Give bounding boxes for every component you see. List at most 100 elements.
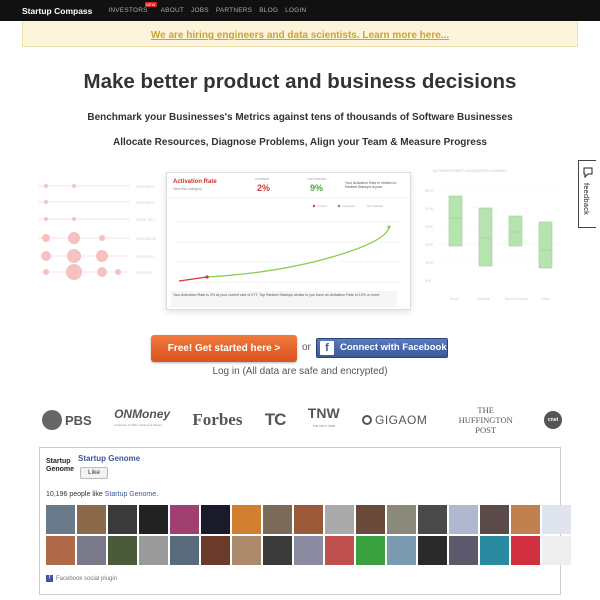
right-box-plot: ACTIVATION RATE / ACQUISITION CHANNEL 50… [425,169,563,301]
svg-text:Other: Other [541,297,551,301]
nav-investors-link[interactable]: INVESTORS NEW [108,2,157,14]
cnnmoney-logo: ONMoney A Service of CNN, Fortune & Mone… [114,407,171,427]
login-link[interactable]: Log in (All data are safe and encrypted) [0,366,600,377]
fan-avatar[interactable] [449,505,478,534]
hero-dashboard-illustration: SEM SEO SEM SEO WOM SEO SEM WOM SEM SEO … [30,160,570,320]
legend-current: Current [317,204,327,208]
legend-projected: Projected [342,204,355,208]
fan-avatar[interactable] [139,505,168,534]
facebook-like-box: Startup Genome Startup Genome Like 10,19… [39,447,571,595]
feedback-label: feedback [582,183,591,216]
fan-avatar[interactable] [108,505,137,534]
fan-avatar[interactable] [170,536,199,565]
svg-text:Word of Mouth: Word of Mouth [505,297,528,301]
facebook-icon: f [320,341,334,355]
fan-avatar[interactable] [449,536,478,565]
fan-avatar[interactable] [325,536,354,565]
svg-text:Email: Email [450,297,459,301]
fan-avatar[interactable] [387,505,416,534]
like-button[interactable]: Like [80,467,108,479]
top-ranked-value: 9% [310,183,324,193]
fan-avatar[interactable] [77,505,106,534]
fan-avatar[interactable] [201,536,230,565]
panel-footer-text: Your Activation Rate is 2% at your curre… [171,291,397,307]
legend-top-ranked: Top Ranked [367,204,383,208]
like-box-header: Startup Genome Startup Genome Like [46,454,140,484]
top-ranked-label: TOP RANKED [307,177,327,181]
fan-avatar[interactable] [418,505,447,534]
fan-avatar[interactable] [511,505,540,534]
fan-avatar[interactable] [480,505,509,534]
fan-avatar[interactable] [139,536,168,565]
techcrunch-logo: TC [264,410,287,429]
pbs-logo: PBS [42,410,92,430]
forbes-logo: Forbes [192,410,243,429]
connect-facebook-button[interactable]: f Connect with Facebook [316,338,448,358]
subheadline-allocate: Allocate Resources, Diagnose Problems, A… [112,137,487,148]
activation-line-chart: Current Projected Top Ranked [167,197,410,283]
hiring-link[interactable]: We are hiring engineers and data scienti… [151,30,449,41]
fan-avatar[interactable] [263,536,292,565]
fan-avatar[interactable] [511,536,540,565]
svg-text:30%: 30% [425,224,433,229]
cnet-logo: cnet [544,411,562,429]
percentile-text: Your Activation Rate in relation to Rank… [345,181,397,189]
fan-avatar[interactable] [356,536,385,565]
fan-avatar[interactable] [542,536,571,565]
nav-blog-link[interactable]: BLOG [259,7,278,14]
fan-avatar[interactable] [170,505,199,534]
nav-login-link[interactable]: LOGIN [285,7,306,14]
svg-text:40%: 40% [425,206,433,211]
fan-avatar[interactable] [232,505,261,534]
fan-avatar[interactable] [108,536,137,565]
hiring-banner: We are hiring engineers and data scienti… [22,21,578,47]
press-logos-row: PBS ONMoney A Service of CNN, Fortune & … [42,405,562,435]
fan-avatar[interactable] [480,536,509,565]
fan-avatar[interactable] [201,505,230,534]
nav-jobs-link[interactable]: JOBS [191,7,209,14]
nav-about-link[interactable]: ABOUT [161,7,184,14]
svg-text:Referral: Referral [477,297,490,301]
gigaom-logo: GIGAOM [362,413,427,427]
startup-genome-page-link[interactable]: Startup Genome [78,454,140,463]
left-row-label: SEM SEO [136,254,154,259]
top-navigation-bar: Startup Compass INVESTORS NEW ABOUT JOBS … [0,0,600,21]
fan-avatar[interactable] [294,536,323,565]
current-value: 2% [257,183,271,193]
like-count-page-link[interactable]: Startup Genome [105,491,156,498]
fan-avatar[interactable] [232,536,261,565]
activation-rate-panel: Activation Rate View this Category CURRE… [166,172,411,310]
left-row-label: SEM SEO [136,184,154,189]
left-row-label: SEM SEO [136,200,154,205]
fan-avatar[interactable] [542,505,571,534]
fan-avatar[interactable] [294,505,323,534]
fan-avatar[interactable] [263,505,292,534]
like-count-text: 10,196 people like Startup Genome. [46,491,159,498]
fan-avatar[interactable] [356,505,385,534]
speech-bubble-icon [583,167,593,178]
feedback-tab[interactable]: feedback [578,160,596,228]
or-separator: or [302,342,311,353]
svg-text:0%: 0% [425,278,431,283]
facebook-mini-icon: f [46,575,53,582]
metric-subtitle[interactable]: View this Category [173,187,202,191]
nav-partners-link[interactable]: PARTNERS [216,7,252,14]
startup-genome-logo: Startup Genome [46,458,75,473]
fan-avatar[interactable] [325,505,354,534]
left-row-label: SEM WOM [136,236,156,241]
signup-button[interactable]: Free! Get started here > [151,335,297,362]
fan-avatar[interactable] [46,505,75,534]
tnw-logo: TNW THE NEXT WEB [307,405,340,428]
like-button-label: Like [88,469,100,476]
svg-text:50%: 50% [425,188,433,193]
new-badge: NEW [144,2,157,7]
svg-text:20%: 20% [425,242,433,247]
fan-avatar[interactable] [418,536,447,565]
fan-avatar[interactable] [46,536,75,565]
page-headline: Make better product and business decisio… [83,70,517,93]
current-label: CURRENT [255,177,270,181]
fan-avatar[interactable] [77,536,106,565]
brand-logo-link[interactable]: Startup Compass [22,6,92,16]
fan-avatar[interactable] [387,536,416,565]
facebook-plugin-footer: f Facebook social plugin [46,575,117,582]
